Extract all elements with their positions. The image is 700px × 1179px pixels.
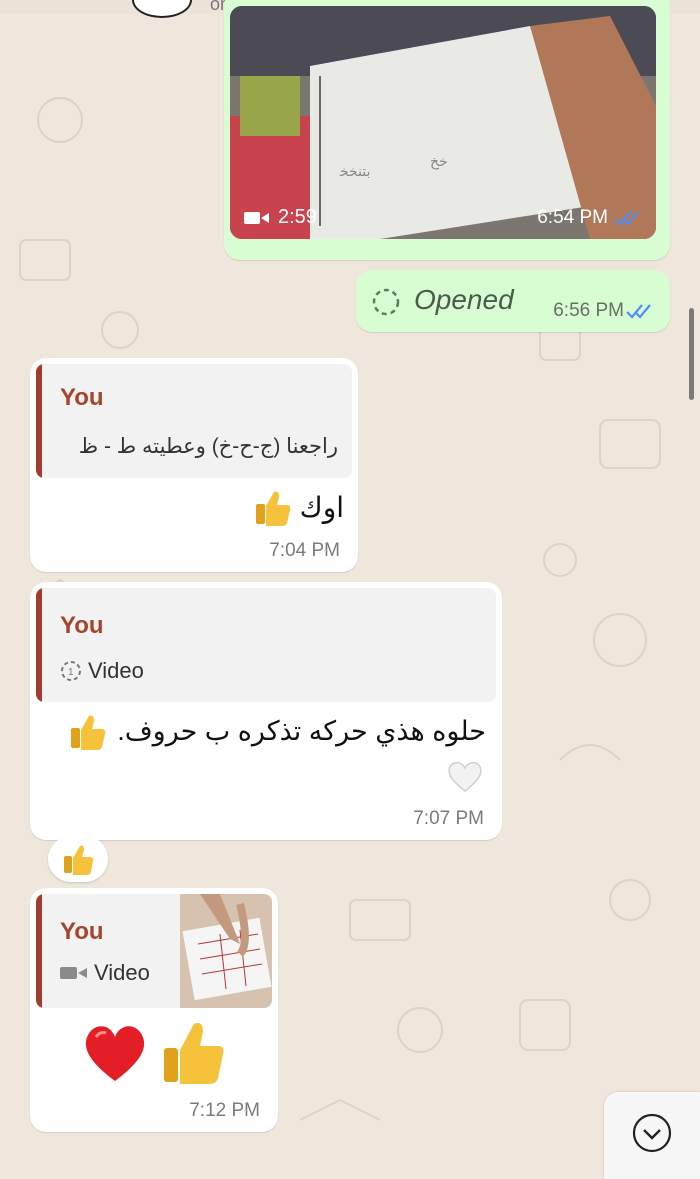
quote-accent-bar [36, 364, 42, 478]
message-timestamp: 7:04 PM [269, 540, 340, 561]
message-body: حلوه هذي حركه تذكره ب حروف. [67, 712, 486, 750]
message-timestamp: 7:07 PM [413, 808, 484, 829]
double-check-icon [614, 211, 639, 226]
video-time-text: 6:54 PM [537, 207, 608, 228]
quote-text: راجعنا (ج-ح-خ) وعطيته ط - ظ [78, 435, 338, 458]
view-once-icon [372, 288, 400, 316]
quoted-message[interactable]: You Video [36, 894, 272, 1008]
message-text: حلوه هذي حركه تذكره ب حروف. [117, 715, 486, 746]
view-once-icon: 1 [61, 661, 81, 681]
incoming-message-reply[interactable]: You راجعنا (ج-ح-خ) وعطيته ط - ظ اوك 7:04… [30, 358, 358, 572]
message-body [80, 1018, 228, 1086]
quoted-message[interactable]: You راجعنا (ج-ح-خ) وعطيته ط - ظ [36, 364, 352, 478]
message-text: اوك [299, 491, 344, 523]
quote-author: You [60, 612, 104, 639]
video-camera-icon [60, 967, 87, 979]
chevron-down-icon [632, 1113, 672, 1153]
message-body: اوك [252, 488, 344, 526]
quote-author: You [60, 918, 104, 945]
svg-text:ﺑﺘﻨﺨﺨ: ﺑﺘﻨﺨﺨ [339, 163, 370, 179]
quote-accent-bar [36, 894, 42, 1008]
reaction-pill[interactable] [48, 836, 108, 882]
thumbs-up-icon [164, 1023, 224, 1084]
heart-icon [85, 1026, 145, 1081]
svg-text:1: 1 [68, 667, 74, 678]
quote-text: Video [88, 658, 144, 683]
message-timestamp: 7:12 PM [189, 1100, 260, 1121]
incoming-message-video-reply[interactable]: You 1 Video حلوه هذي حركه تذكره ب حروف. … [30, 582, 502, 840]
outgoing-video-message[interactable]: ﺑﺘﻨﺨﺨ ﺧﺦ 2:59 6:54 PM [224, 0, 670, 260]
opened-label: Opened [414, 284, 514, 315]
svg-text:ﺧﺦ: ﺧﺦ [430, 153, 448, 170]
thumbs-up-icon [64, 845, 94, 875]
contact-avatar[interactable] [132, 0, 192, 18]
quote-author: You [60, 384, 104, 411]
white-heart-icon [448, 761, 482, 792]
video-duration: 2:59 [244, 206, 317, 229]
scroll-to-bottom-button[interactable] [604, 1092, 700, 1179]
view-once-opened-message[interactable]: Opened 6:56 PM [356, 270, 670, 332]
quoted-message[interactable]: You 1 Video [36, 588, 496, 702]
video-thumbnail[interactable]: ﺑﺘﻨﺨﺨ ﺧﺦ 2:59 6:54 PM [230, 6, 656, 239]
quote-video-label: Video [60, 960, 150, 986]
video-timestamp: 6:54 PM [537, 207, 642, 229]
quoted-video-thumbnail [180, 894, 272, 1008]
video-duration-text: 2:59 [278, 206, 317, 228]
quote-accent-bar [36, 588, 42, 702]
quote-video-label: 1 Video [60, 658, 144, 684]
video-frame-image: ﺑﺘﻨﺨﺨ ﺧﺦ [230, 6, 656, 239]
double-check-icon [626, 304, 651, 319]
quote-text: Video [94, 960, 150, 985]
incoming-message-video-reply-2[interactable]: You Video 7:12 PM [30, 888, 278, 1132]
video-camera-icon [244, 211, 269, 224]
thumbs-up-icon [71, 715, 106, 750]
chat-scrollbar[interactable] [689, 308, 694, 400]
opened-timestamp: 6:56 PM [553, 300, 624, 321]
thumbs-up-icon [255, 491, 290, 526]
